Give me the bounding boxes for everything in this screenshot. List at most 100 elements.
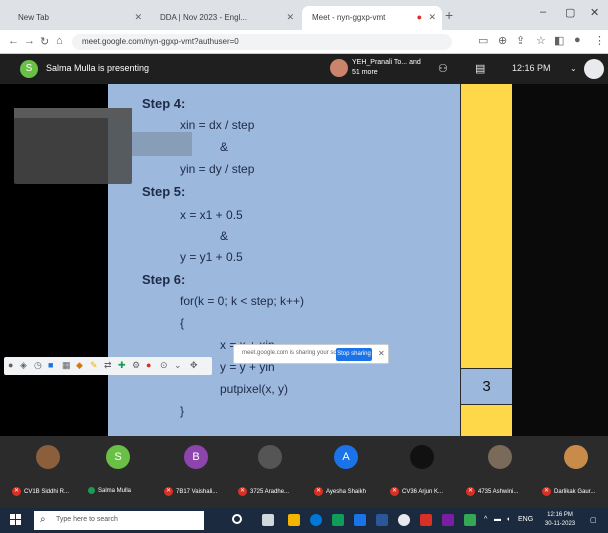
highlight-icon[interactable]: ◆ — [76, 360, 83, 371]
grid-icon[interactable]: ▦ — [62, 360, 71, 371]
file-explorer-icon[interactable] — [288, 514, 300, 526]
new-tab-plus-icon[interactable]: + — [445, 7, 453, 23]
participant-name: Salma Mulla — [98, 488, 132, 495]
bookmark-icon[interactable]: ☆ — [536, 34, 546, 47]
zoom-icon[interactable]: ⊕ — [498, 34, 507, 47]
participant-avatar[interactable]: B — [184, 445, 208, 469]
edge-icon[interactable] — [310, 514, 322, 526]
participant-name: Ayesha Shaikh — [326, 489, 366, 496]
drag-handle-icon[interactable]: ✥ — [190, 360, 198, 371]
participant-label: ✕ CV36 Arjun K... — [390, 487, 443, 500]
ampersand-2: & — [220, 229, 229, 243]
cortana-icon[interactable] — [232, 514, 242, 524]
powerpoint-icon[interactable] — [420, 514, 432, 526]
speaking-indicator-icon — [88, 487, 95, 494]
participant-avatar[interactable] — [258, 445, 282, 469]
cast-icon[interactable]: ▭ — [478, 34, 488, 47]
plus-icon[interactable]: ✚ — [118, 360, 126, 371]
xin-formula: xin = dx / step — [180, 118, 255, 132]
task-view-icon[interactable] — [262, 514, 274, 526]
participant-label: ✕ Darlikak Gaur... — [542, 487, 595, 500]
close-icon[interactable]: ✕ — [428, 12, 436, 23]
store-icon[interactable] — [332, 514, 344, 526]
home-icon[interactable]: ⌂ — [56, 35, 63, 47]
url-field[interactable]: meet.google.com/nyn-ggxp-vmt?authuser=0 — [72, 34, 452, 50]
screen-share-popup: meet.google.com is sharing your screen S… — [233, 344, 389, 364]
notifications-icon[interactable]: ▢ — [590, 516, 597, 524]
pin-icon[interactable]: ⊙ — [160, 360, 168, 371]
chrome-icon[interactable] — [398, 514, 410, 526]
network-icon[interactable]: ▬ — [494, 516, 501, 523]
chevron-down-icon[interactable]: ⌄ — [570, 64, 577, 73]
windows-start-icon[interactable] — [10, 514, 22, 526]
address-bar-row: ← → ↻ ⌂ meet.google.com/nyn-ggxp-vmt?aut… — [0, 30, 608, 54]
minimize-icon[interactable]: – — [540, 6, 546, 18]
participant-thumbnail[interactable] — [330, 59, 348, 77]
mic-muted-icon: ✕ — [542, 487, 551, 496]
close-brace: } — [180, 404, 185, 418]
word-icon[interactable] — [376, 514, 388, 526]
video-icon[interactable]: ■ — [48, 360, 53, 370]
extensions-icon[interactable]: ◧ — [554, 34, 564, 47]
cursor-icon[interactable]: ◈ — [20, 360, 27, 371]
mail-icon[interactable] — [354, 514, 366, 526]
reload-icon[interactable]: ↻ — [40, 35, 49, 48]
stage-right-margin — [512, 84, 608, 436]
close-window-icon[interactable]: ✕ — [590, 6, 599, 19]
tab-new-tab[interactable]: New Tab ✕ — [8, 6, 148, 30]
for-loop-line: for(k = 0; k < step; k++) — [180, 294, 305, 308]
mic-muted-icon: ✕ — [164, 487, 173, 496]
stop-icon[interactable]: ● — [146, 360, 151, 370]
open-brace: { — [180, 316, 185, 330]
participant-avatar[interactable]: S — [106, 445, 130, 469]
yin-formula: yin = dy / step — [180, 162, 255, 176]
slide-page-number: 3 — [482, 378, 491, 395]
popup-message: meet.google.com is sharing your screen — [242, 350, 349, 356]
chat-icon[interactable]: ▤ — [475, 62, 485, 75]
clock-icon[interactable]: ◷ — [34, 360, 42, 371]
profile-icon[interactable]: ● — [574, 34, 581, 46]
participant-avatar[interactable] — [488, 445, 512, 469]
mic-muted-icon: ✕ — [238, 487, 247, 496]
meet-clock: 12:16 PM — [512, 63, 551, 73]
participant-avatar[interactable] — [36, 445, 60, 469]
taskbar-search-box[interactable]: ⌕ Type here to search — [34, 511, 204, 530]
stop-sharing-button[interactable]: Stop sharing — [336, 348, 372, 361]
self-avatar[interactable] — [584, 59, 604, 79]
forward-icon[interactable]: → — [24, 35, 35, 47]
language-indicator[interactable]: ENG — [518, 516, 533, 523]
taskbar-clock[interactable]: 12:16 PM 30-11-2023 — [540, 511, 580, 529]
tab-label: New Tab — [18, 13, 49, 22]
circle-icon[interactable]: ● — [8, 360, 13, 370]
whatsapp-icon[interactable] — [464, 514, 476, 526]
blurred-tooltip — [132, 132, 192, 156]
menu-icon[interactable]: ⋮ — [594, 34, 605, 47]
maximize-icon[interactable]: ▢ — [565, 6, 575, 19]
participant-avatar[interactable] — [410, 445, 434, 469]
search-placeholder: Type here to search — [56, 516, 118, 523]
app-icon[interactable] — [442, 514, 454, 526]
thumbnail-titlebar — [14, 108, 132, 118]
close-icon[interactable]: ✕ — [378, 349, 385, 358]
tray-chevron-icon[interactable]: ^ — [484, 516, 487, 523]
presenting-text: Salma Mulla is presenting — [46, 63, 150, 73]
back-icon[interactable]: ← — [8, 35, 19, 47]
ampersand-1: & — [220, 140, 229, 154]
divider — [460, 404, 512, 405]
close-icon[interactable]: ✕ — [286, 12, 294, 23]
participant-label: Salma Mulla — [88, 487, 131, 500]
participant-avatar[interactable]: A — [334, 445, 358, 469]
pen-icon[interactable]: ✎ — [90, 360, 98, 371]
volume-icon[interactable]: ◖ — [506, 516, 510, 523]
settings-icon[interactable]: ⚙ — [132, 360, 140, 371]
participant-label: ✕ 3725 Aradhe... — [238, 487, 289, 500]
share-icon[interactable]: ⇪ — [516, 34, 525, 47]
tab-meet[interactable]: Meet - nyn-ggxp-vmt ● ✕ — [302, 6, 442, 30]
participant-avatar[interactable] — [564, 445, 588, 469]
close-icon[interactable]: ✕ — [134, 12, 142, 23]
participants-summary: YEH_Pranali To... and 51 more — [352, 59, 421, 76]
tab-dda[interactable]: DDA | Nov 2023 - Engl... ✕ — [150, 6, 300, 30]
people-icon[interactable]: ⚇ — [438, 62, 448, 75]
chevron-down-icon[interactable]: ⌄ — [174, 360, 182, 371]
share-icon[interactable]: ⇄ — [104, 360, 112, 371]
